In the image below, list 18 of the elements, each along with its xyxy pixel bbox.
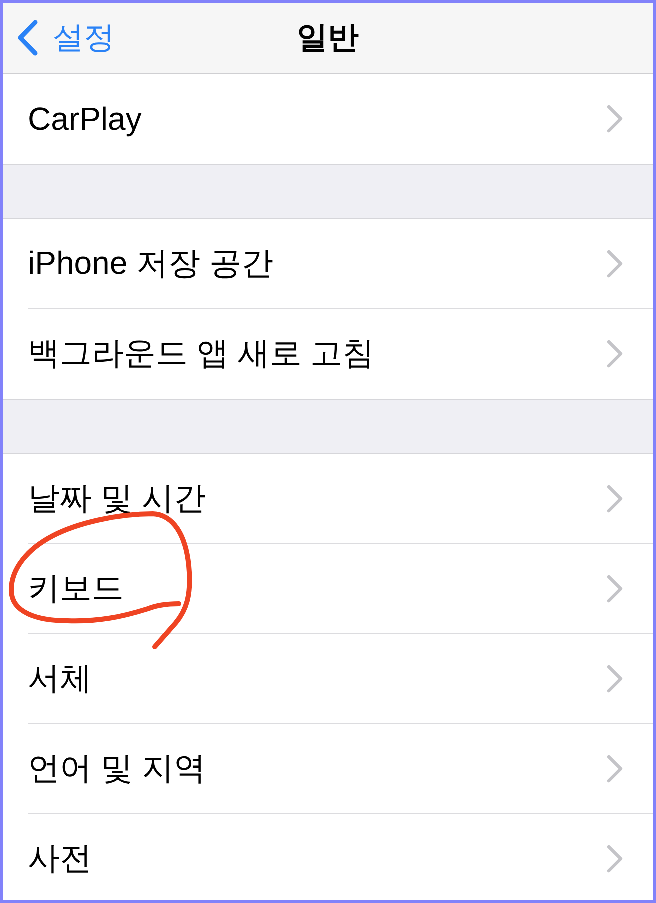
settings-row[interactable]: CarPlay bbox=[3, 74, 653, 164]
chevron-right-icon bbox=[607, 105, 623, 133]
chevron-right-icon bbox=[607, 755, 623, 783]
chevron-right-icon bbox=[607, 250, 623, 278]
chevron-left-icon bbox=[18, 20, 38, 56]
settings-row[interactable]: 사전 bbox=[3, 814, 653, 900]
settings-row[interactable]: iPhone 저장 공간 bbox=[3, 219, 653, 309]
chevron-right-icon bbox=[607, 575, 623, 603]
settings-row[interactable]: 서체 bbox=[3, 634, 653, 724]
settings-row[interactable]: 키보드 bbox=[3, 544, 653, 634]
chevron-right-icon bbox=[607, 845, 623, 873]
settings-row[interactable]: 언어 및 지역 bbox=[3, 724, 653, 814]
settings-row[interactable]: 백그라운드 앱 새로 고침 bbox=[3, 309, 653, 399]
chevron-right-icon bbox=[607, 340, 623, 368]
chevron-right-icon bbox=[607, 485, 623, 513]
chevron-right-icon bbox=[607, 665, 623, 693]
settings-row[interactable]: 날짜 및 시간 bbox=[3, 454, 653, 544]
page-title: 일반 bbox=[297, 19, 359, 57]
